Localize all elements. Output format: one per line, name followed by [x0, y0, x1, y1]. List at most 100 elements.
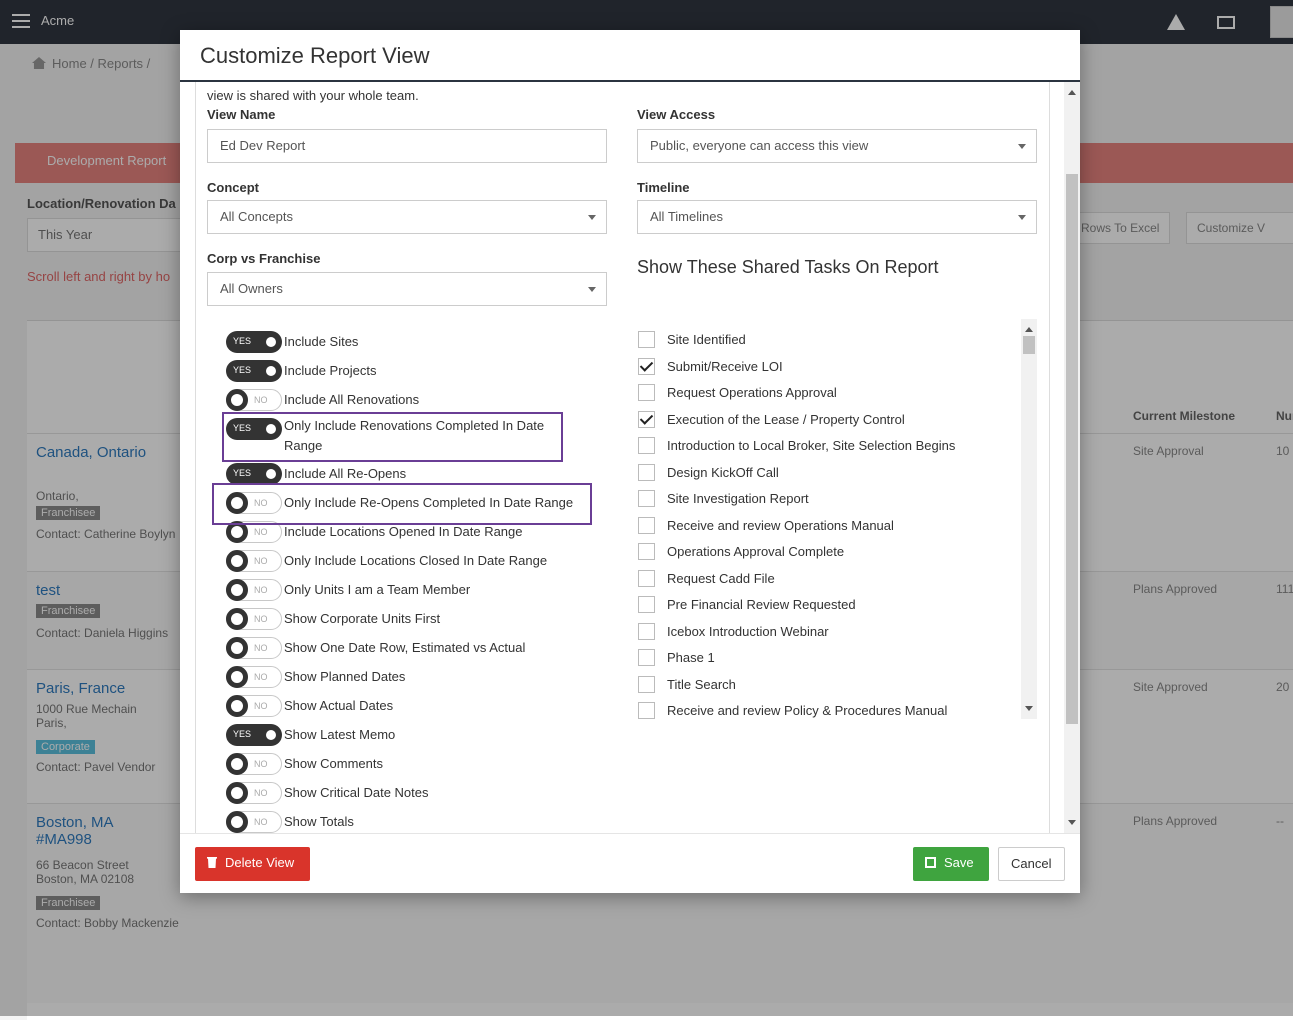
toggle-state: NO [254, 395, 268, 405]
task-item[interactable]: Receive and review Operations Manual [637, 517, 1017, 539]
task-item[interactable]: Design KickOff Call [637, 464, 1017, 486]
toggle-label: Only Units I am a Team Member [284, 582, 471, 597]
task-label: Receive and review Policy & Procedures M… [667, 703, 948, 718]
task-item[interactable]: Icebox Introduction Webinar [637, 623, 1017, 645]
task-item[interactable]: Operations Approval Complete [637, 543, 1017, 565]
scroll-down-icon[interactable] [1025, 706, 1033, 711]
task-list-scrollbar[interactable] [1021, 319, 1037, 719]
concept-select[interactable]: All Concepts [207, 200, 607, 234]
modal-title: Customize Report View [200, 43, 430, 68]
task-checkbox[interactable] [638, 623, 655, 640]
toggle-label: Show Planned Dates [284, 669, 406, 684]
modal-body: view is shared with your whole team. Vie… [195, 82, 1050, 833]
task-label: Site Identified [667, 332, 746, 347]
task-checkbox[interactable] [638, 570, 655, 587]
save-button[interactable]: Save [913, 847, 989, 881]
task-item[interactable]: Introduction to Local Broker, Site Selec… [637, 437, 1017, 459]
task-checkbox[interactable] [638, 596, 655, 613]
task-item[interactable]: Site Investigation Report [637, 490, 1017, 512]
toggle-state: YES [233, 365, 252, 375]
scroll-down-icon[interactable] [1068, 820, 1076, 825]
task-checkbox[interactable] [638, 437, 655, 454]
task-checkbox[interactable] [638, 676, 655, 693]
toggle-state: NO [254, 585, 268, 595]
scroll-up-icon[interactable] [1068, 90, 1076, 95]
task-label: Pre Financial Review Requested [667, 597, 856, 612]
corp-label: Corp vs Franchise [207, 251, 321, 266]
intro-text: view is shared with your whole team. [207, 88, 419, 103]
toggle-label: Show Critical Date Notes [284, 785, 429, 800]
cancel-button[interactable]: Cancel [998, 847, 1065, 881]
timeline-value: All Timelines [650, 209, 723, 224]
task-checkbox[interactable] [638, 464, 655, 481]
task-checkbox[interactable] [638, 384, 655, 401]
scrollbar-thumb[interactable] [1023, 336, 1035, 354]
view-name-input[interactable]: Ed Dev Report [207, 129, 607, 163]
toggle-label: Show Corporate Units First [284, 611, 441, 626]
toggle-label: Show Latest Memo [284, 727, 396, 742]
task-item[interactable]: Submit/Receive LOI [637, 358, 1017, 380]
task-checkbox[interactable] [638, 331, 655, 348]
toggle-label: Include All Renovations [284, 392, 420, 407]
toggle-state: YES [233, 729, 252, 739]
task-label: Phase 1 [667, 650, 715, 665]
view-access-label: View Access [637, 107, 716, 122]
toggle-knob [226, 782, 248, 804]
chevron-down-icon [1018, 215, 1026, 220]
task-label: Execution of the Lease / Property Contro… [667, 412, 905, 427]
task-checkbox[interactable] [638, 490, 655, 507]
chevron-down-icon [588, 287, 596, 292]
toggle-knob [226, 579, 248, 601]
scroll-up-icon[interactable] [1025, 327, 1033, 332]
chevron-down-icon [1018, 144, 1026, 149]
toggle-state: NO [254, 672, 268, 682]
scrollbar-thumb[interactable] [1066, 174, 1078, 724]
toggle-knob [226, 695, 248, 717]
modal-header: Customize Report View [180, 30, 1080, 82]
task-checkbox[interactable] [638, 358, 655, 375]
toggle-state: NO [254, 556, 268, 566]
task-checkbox[interactable] [638, 543, 655, 560]
delete-view-label: Delete View [225, 855, 295, 870]
timeline-select[interactable]: All Timelines [637, 200, 1037, 234]
task-label: Operations Approval Complete [667, 544, 845, 559]
task-item[interactable]: Request Cadd File [637, 570, 1017, 592]
task-item[interactable]: Request Operations Approval [637, 384, 1017, 406]
modal-scrollbar[interactable] [1064, 82, 1080, 833]
task-item[interactable]: Pre Financial Review Requested [637, 596, 1017, 618]
view-access-select[interactable]: Public, everyone can access this view [637, 129, 1037, 163]
corp-value: All Owners [220, 281, 283, 296]
delete-view-button[interactable]: Delete View [195, 847, 310, 881]
toggle-state: NO [254, 759, 268, 769]
task-item[interactable]: Execution of the Lease / Property Contro… [637, 411, 1017, 433]
task-checkbox[interactable] [638, 702, 655, 719]
cancel-label: Cancel [1011, 856, 1052, 871]
task-label: Site Investigation Report [667, 491, 809, 506]
toggle-label: Include Projects [284, 363, 377, 378]
toggle-knob [226, 608, 248, 630]
task-checkbox[interactable] [638, 649, 655, 666]
task-checkbox[interactable] [638, 411, 655, 428]
task-checkbox[interactable] [638, 517, 655, 534]
task-label: Design KickOff Call [667, 465, 779, 480]
toggle-knob [226, 666, 248, 688]
task-item[interactable]: Site Identified [637, 331, 1017, 353]
task-label: Title Search [667, 677, 736, 692]
corp-select[interactable]: All Owners [207, 272, 607, 306]
tasks-heading: Show These Shared Tasks On Report [637, 257, 939, 277]
toggle-knob [261, 725, 281, 745]
task-item[interactable]: Phase 1 [637, 649, 1017, 671]
toggle-label: Show Comments [284, 756, 383, 771]
toggle-knob [261, 464, 281, 484]
trash-icon [207, 857, 217, 868]
task-label: Receive and review Operations Manual [667, 518, 894, 533]
task-label: Request Operations Approval [667, 385, 837, 400]
save-label: Save [944, 855, 974, 870]
view-access-value: Public, everyone can access this view [650, 138, 869, 153]
view-name-label: View Name [207, 107, 276, 122]
toggle-state: YES [233, 336, 252, 346]
task-item[interactable]: Title Search [637, 676, 1017, 698]
toggle-state: NO [254, 643, 268, 653]
toggle-label: Show Totals [284, 814, 354, 829]
task-item[interactable]: Receive and review Policy & Procedures M… [637, 702, 1017, 719]
